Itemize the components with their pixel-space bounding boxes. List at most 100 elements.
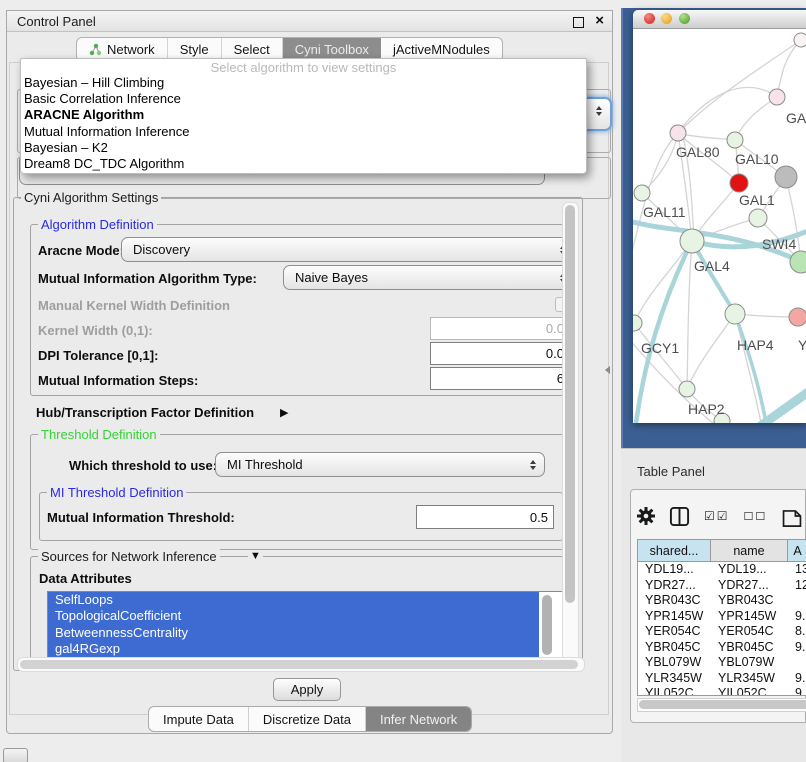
combo-arrows-icon — [596, 106, 602, 116]
table-scroll-area[interactable]: shared... name A YDL19...YDL19...13 YDR2… — [637, 539, 806, 696]
attribute-item[interactable]: gal4RGexp — [48, 641, 539, 657]
zoom-traffic-light-icon[interactable] — [679, 13, 690, 24]
table-row[interactable]: YBR043CYBR043C — [638, 593, 806, 609]
table-row[interactable]: YDR27...YDR27...12 — [638, 578, 806, 594]
which-threshold-combo[interactable]: MI Threshold — [215, 452, 545, 477]
data-attributes-label: Data Attributes — [39, 571, 132, 586]
tab-impute-data-label: Impute Data — [163, 712, 234, 727]
column-header-shared-name[interactable]: shared... — [638, 540, 711, 561]
column-header-cut[interactable]: A — [788, 540, 806, 561]
network-node-gal1-selected[interactable] — [730, 174, 748, 192]
mi-steps-label: Mutual Information Steps: — [38, 373, 198, 388]
columns-icon[interactable] — [669, 506, 690, 527]
dropdown-item-aracne[interactable]: ARACNE Algorithm — [21, 107, 586, 123]
network-node-gal10[interactable] — [727, 132, 743, 148]
cell: YBR043C — [638, 593, 711, 609]
manual-kernel-label: Manual Kernel Width Definition — [38, 298, 230, 313]
float-window-icon[interactable] — [573, 17, 584, 28]
splitter-collapse-icon[interactable] — [605, 366, 610, 374]
cell: YDL19... — [711, 562, 788, 578]
network-node[interactable] — [790, 251, 806, 273]
network-node[interactable] — [789, 308, 806, 326]
table-row[interactable]: YDL19...YDL19...13 — [638, 562, 806, 578]
dropdown-item[interactable]: Bayesian – Hill Climbing — [21, 75, 586, 91]
network-node-gcy1[interactable] — [633, 315, 642, 331]
deselect-all-icon[interactable]: ☐☐ — [744, 510, 768, 523]
network-window-titlebar[interactable] — [633, 10, 806, 29]
settings-hscrollbar-thumb[interactable] — [20, 660, 578, 669]
collapse-down-icon[interactable]: ▼ — [248, 550, 263, 562]
apply-button-label: Apply — [291, 682, 324, 697]
dropdown-item[interactable]: Bayesian – K2 — [21, 140, 586, 156]
attribute-item[interactable]: TopologicalCoefficient — [48, 608, 539, 624]
mi-threshold-label: Mutual Information Threshold: — [47, 510, 235, 525]
tab-infer-network[interactable]: Infer Network — [366, 707, 471, 731]
select-all-icon[interactable]: ☑☑ — [704, 509, 730, 523]
mi-type-combo[interactable]: Naive Bayes — [283, 265, 575, 290]
network-node[interactable] — [794, 33, 806, 47]
close-traffic-light-icon[interactable] — [644, 13, 655, 24]
cell: YPR145W — [711, 609, 788, 625]
hub-definition-expander-label[interactable]: Hub/Transcription Factor Definition — [36, 405, 254, 420]
algorithm-definition-groupbox: Algorithm Definition Aracne Mode: Discov… — [30, 224, 570, 396]
aracne-mode-combo[interactable]: Discovery — [121, 237, 575, 262]
tab-discretize-data[interactable]: Discretize Data — [249, 707, 366, 731]
cell: 9. — [788, 671, 806, 687]
network-node-gal80[interactable] — [670, 125, 686, 141]
control-panel-titlebar[interactable]: Control Panel × — [7, 11, 612, 32]
network-node-hap4[interactable] — [725, 304, 745, 324]
network-node-gal11[interactable] — [634, 185, 650, 201]
dropdown-item[interactable]: Dream8 DC_TDC Algorithm — [21, 156, 586, 172]
tab-impute-data[interactable]: Impute Data — [149, 707, 249, 731]
network-view-window[interactable]: GAL GAL80 GAL10 GAL1 GAL11 SWI4 GAL4 GCY… — [633, 10, 806, 423]
gear-icon[interactable] — [637, 507, 655, 525]
table-row[interactable]: YER054CYER054C8. — [638, 624, 806, 640]
table-row[interactable]: YIL052CYIL052C9 — [638, 686, 806, 696]
mi-steps-field[interactable]: 6 — [430, 367, 570, 390]
cell: 8. — [788, 624, 806, 640]
table-row[interactable]: YLR345WYLR345W9. — [638, 671, 806, 687]
cell: YER054C — [711, 624, 788, 640]
apply-button[interactable]: Apply — [273, 678, 341, 701]
screen: Control Panel × Network Style Select Cyn… — [0, 0, 806, 762]
cell: 9. — [788, 609, 806, 625]
cyni-settings-title: Cyni Algorithm Settings — [21, 190, 161, 205]
table-row[interactable]: YBR045CYBR045C9. — [638, 640, 806, 656]
cell: YBL079W — [711, 655, 788, 671]
data-attributes-list[interactable]: SelfLoops TopologicalCoefficient Between… — [47, 591, 565, 659]
network-node[interactable] — [769, 89, 785, 105]
sources-title: Sources for Network Inference — [38, 549, 220, 564]
settings-hscrollbar-track[interactable] — [17, 657, 585, 672]
tab-jactivemnodules-label: jActiveMNodules — [393, 42, 490, 57]
cell: YBR043C — [711, 593, 788, 609]
kernel-width-field[interactable]: 0.0 — [430, 317, 570, 340]
list-scrollbar[interactable] — [542, 595, 552, 655]
column-header-name[interactable]: name — [711, 540, 788, 561]
attribute-item[interactable]: BetweennessCentrality — [48, 625, 539, 641]
table-hscrollbar-thumb[interactable] — [639, 700, 806, 709]
network-graph[interactable]: GAL GAL80 GAL10 GAL1 GAL11 SWI4 GAL4 GCY… — [633, 28, 806, 423]
threshold-definition-groupbox: Threshold Definition Which threshold to … — [30, 434, 570, 550]
table-hscrollbar-track[interactable] — [637, 698, 806, 712]
dropdown-item[interactable]: Basic Correlation Inference — [21, 91, 586, 107]
minimize-traffic-light-icon[interactable] — [661, 13, 672, 24]
dropdown-item[interactable]: Mutual Information Inference — [21, 124, 586, 140]
table-row[interactable]: YBL079WYBL079W — [638, 655, 806, 671]
panel-corner-button[interactable] — [3, 748, 28, 762]
network-node-swi4[interactable] — [749, 209, 767, 227]
new-table-icon[interactable] — [781, 503, 803, 529]
settings-vscrollbar-thumb[interactable] — [565, 205, 575, 603]
attribute-item[interactable]: SelfLoops — [48, 592, 539, 608]
close-icon[interactable]: × — [595, 12, 604, 29]
network-node[interactable] — [775, 166, 797, 188]
control-panel-title: Control Panel — [17, 14, 96, 29]
cell: 9 — [788, 686, 806, 696]
mi-threshold-field[interactable]: 0.5 — [416, 505, 554, 529]
network-node-hap2[interactable] — [679, 381, 695, 397]
table-row[interactable]: YPR145WYPR145W9. — [638, 609, 806, 625]
settings-vscrollbar-track[interactable] — [562, 202, 579, 668]
dpi-tolerance-field[interactable]: 0.0 — [430, 342, 570, 365]
cell: 13 — [788, 562, 806, 578]
expand-right-icon[interactable]: ▶ — [280, 406, 288, 419]
network-node-gal4[interactable] — [680, 229, 704, 253]
